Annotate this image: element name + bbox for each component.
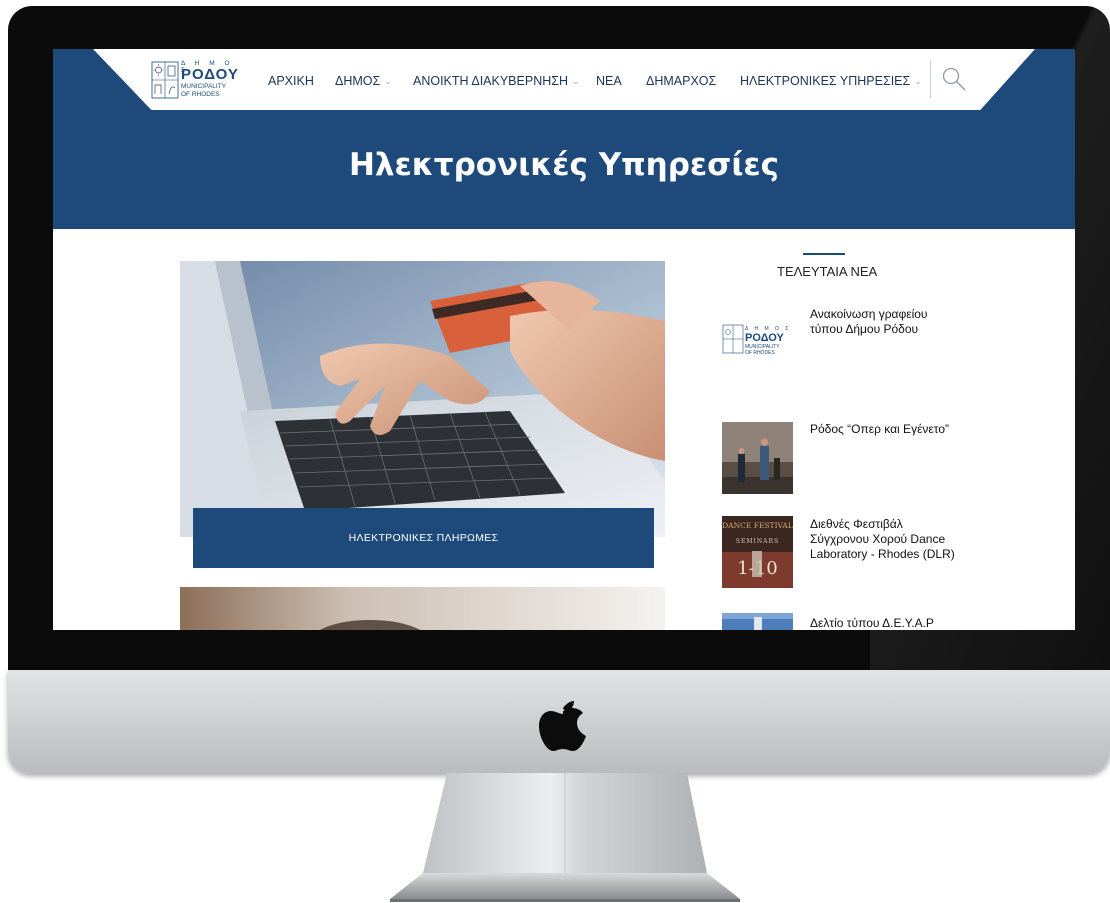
nav-mayor[interactable]: ΔΗΜΑΡΧΟΣ [646, 74, 716, 88]
nav-news[interactable]: ΝΕΑ [596, 74, 622, 88]
chevron-down-icon: ⌄ [914, 75, 922, 86]
sidebar-title: ΤΕΛΕΥΤΑΙΑ ΝΕΑ [777, 264, 878, 279]
service-photo-2 [180, 587, 665, 630]
nav-home-label: ΑΡΧΙΚΗ [268, 74, 314, 88]
logo-municipality-line2: OF RHODES [181, 91, 220, 98]
dance-festival-poster: DANCE FESTIVAL SEMINARS 1-10 [722, 516, 793, 588]
news-thumb-4[interactable] [722, 613, 793, 630]
news-title-4[interactable]: Δελτίο τύπου Δ.Ε.Υ.Α.Ρ [810, 616, 960, 630]
logo-municipality-text: MUNICIPALITY OF RHODES [181, 83, 226, 99]
news-thumb-1[interactable]: Δ Η Μ Ο Σ ΡΟΔΟΥ MUNICIPALITY OF RHODES [722, 322, 793, 360]
news-title-3[interactable]: Διεθνές Φεστιβάλ Σύγχρονου Χορού Dance L… [810, 517, 960, 562]
news-title-1[interactable]: Ανακοίνωση γραφείου τύπου Δήμου Ρόδου [810, 307, 960, 337]
news-thumb-3[interactable]: DANCE FESTIVAL SEMINARS 1-10 [722, 516, 793, 588]
news-title-2[interactable]: Ρόδος “Οπερ και Εγένετο” [810, 422, 960, 437]
nav-e-services-label: ΗΛΕΚΤΡΟΝΙΚΕΣ ΥΠΗΡΕΣΙΕΣ [740, 74, 911, 88]
nav-e-services[interactable]: ΗΛΕΚΤΡΟΝΙΚΕΣ ΥΠΗΡΕΣΙΕΣ ⌄ [740, 74, 922, 88]
thumb-logo-big-text: ΡΟΔΟΥ [745, 332, 784, 344]
e-payments-button[interactable]: ΗΛΕΚΤΡΟΝΙΚΕΣ ΠΛΗΡΩΜΕΣ [193, 508, 654, 568]
poster-text-seminars: SEMINARS [736, 538, 779, 545]
logo-municipality-line1: MUNICIPALITY [181, 83, 227, 90]
thumb-logo-muni-2: OF RHODES [745, 350, 775, 356]
monitor-stand [390, 773, 740, 902]
poster-text-festival: DANCE FESTIVAL [722, 521, 793, 530]
page-title: Ηλεκτρονικές Υπηρεσίες [348, 147, 780, 183]
rhodes-emblem-icon [151, 61, 179, 99]
news-thumb-2[interactable] [722, 422, 793, 494]
chevron-down-icon: ⌄ [572, 75, 580, 86]
nav-municipality-label: ΔΗΜΟΣ [335, 74, 381, 88]
deyar-photo [722, 613, 793, 630]
logo-main-text: ΡΟΔΟΥ [181, 66, 239, 83]
apple-logo-icon [539, 701, 586, 751]
nav-home[interactable]: ΑΡΧΙΚΗ [268, 74, 314, 88]
chevron-down-icon: ⌄ [384, 75, 392, 86]
nav-mayor-label: ΔΗΜΑΡΧΟΣ [646, 74, 717, 88]
nav-open-government-label: ΑΝΟΙΚΤΗ ΔΙΑΚΥΒΕΡΝΗΣΗ [413, 74, 568, 88]
payments-card-image[interactable] [180, 261, 665, 537]
sidebar-rule [803, 253, 845, 255]
nav-news-label: ΝΕΑ [596, 74, 622, 88]
nav-divider [930, 60, 931, 98]
opera-event-photo [722, 422, 793, 494]
municipality-logo-thumbnail: Δ Η Μ Ο Σ ΡΟΔΟΥ MUNICIPALITY OF RHODES [722, 322, 793, 360]
browser-screen: Δ Η Μ Ο Σ ΡΟΔΟΥ MUNICIPALITY OF RHODES Α… [53, 49, 1075, 630]
search-icon[interactable] [941, 66, 967, 92]
service-card-2-image[interactable] [180, 587, 665, 630]
site-logo[interactable]: Δ Η Μ Ο Σ ΡΟΔΟΥ MUNICIPALITY OF RHODES [151, 59, 243, 101]
nav-open-government[interactable]: ΑΝΟΙΚΤΗ ΔΙΑΚΥΒΕΡΝΗΣΗ ⌄ [413, 74, 580, 88]
nav-municipality[interactable]: ΔΗΜΟΣ ⌄ [335, 74, 392, 88]
laptop-payment-photo [180, 261, 665, 537]
e-payments-label: ΗΛΕΚΤΡΟΝΙΚΕΣ ΠΛΗΡΩΜΕΣ [348, 532, 499, 544]
